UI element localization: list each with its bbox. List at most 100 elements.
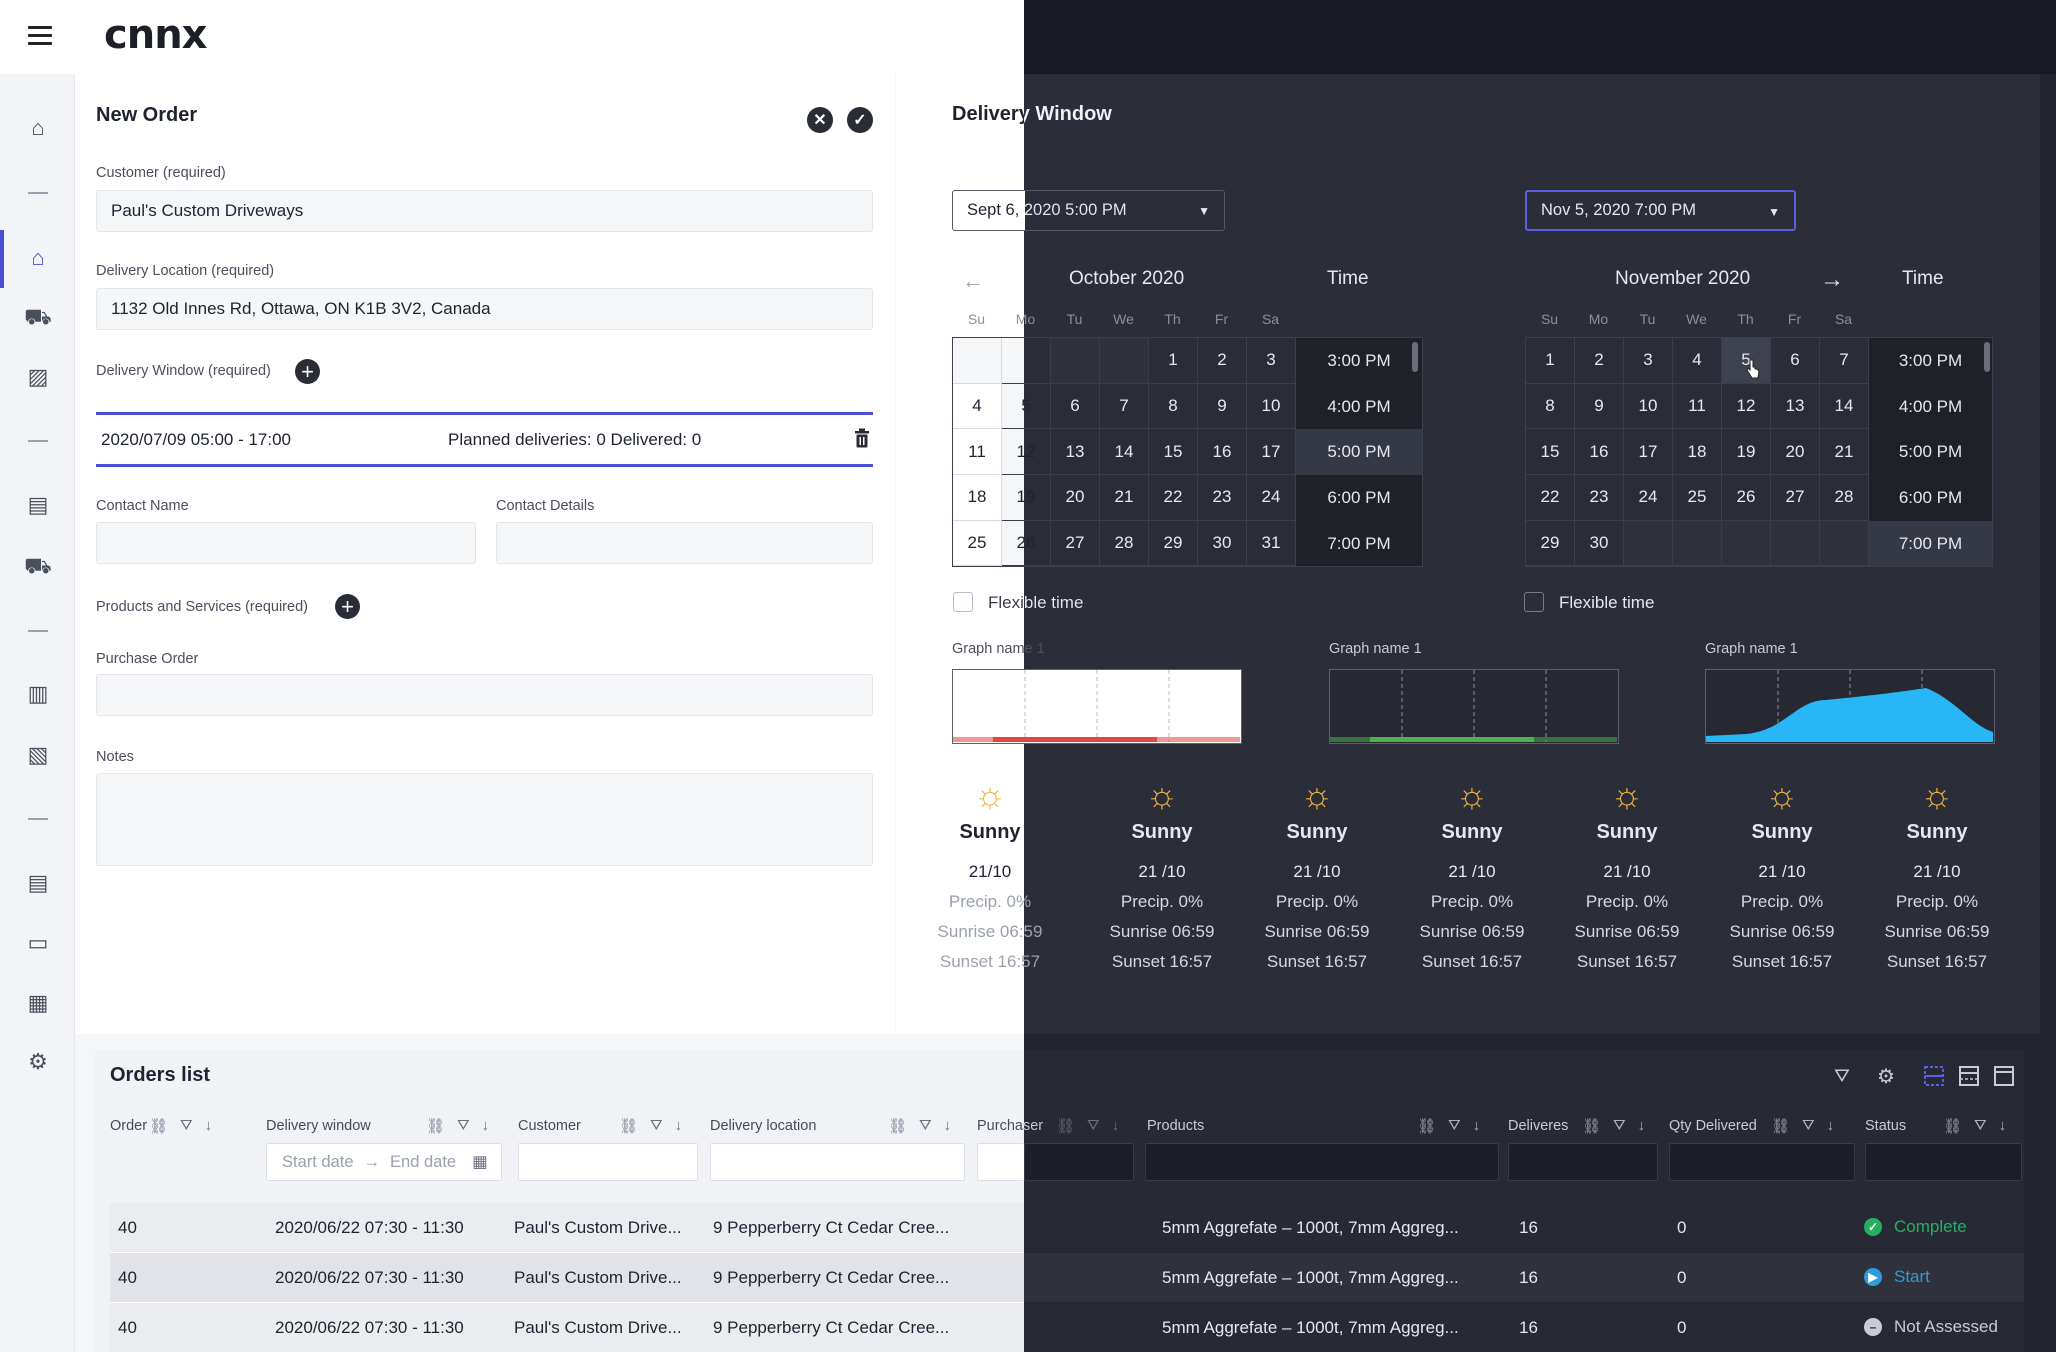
right-time-scrollbar[interactable] [1984,342,1990,372]
sidebar-presentation-icon[interactable]: ▤ [22,489,54,521]
filter-icon[interactable]: ⛛ [1974,1117,1987,1135]
calendar-day[interactable]: 7 [1100,383,1149,430]
column-header-qty[interactable]: Qty Delivered [1669,1118,1757,1134]
po-field[interactable] [96,674,873,716]
contact-details-field[interactable] [496,522,873,564]
sidebar-inbox-icon[interactable]: ▭ [22,927,54,959]
calendar-day[interactable]: 1 [1149,338,1198,384]
right-flexible-checkbox[interactable] [1524,592,1544,612]
column-header-purchaser[interactable]: Purchaser [977,1118,1043,1134]
menu-icon[interactable] [28,26,52,46]
calendar-day[interactable]: 3 [1624,338,1673,384]
status-cell[interactable]: – Not Assessed [1864,1317,1998,1337]
add-window-button[interactable]: + [295,359,320,384]
calendar-day[interactable]: 9 [1198,383,1247,430]
calendar-day[interactable]: 10 [1624,383,1673,430]
link-icon[interactable]: ⛓ [1771,1117,1790,1135]
calendar-day[interactable]: 2 [1198,338,1247,384]
row-density-large-icon[interactable] [1994,1066,2014,1086]
calendar-day[interactable]: 8 [1526,383,1575,430]
time-option[interactable]: 3:00 PM [1296,338,1422,384]
calendar-day[interactable]: 17 [1247,429,1296,476]
calendar-day[interactable]: 12 [1722,383,1771,430]
sort-icon[interactable]: ↓ [944,1117,952,1135]
status-filter[interactable] [1865,1143,2022,1181]
sidebar-delivery-truck-icon[interactable]: ⛟ [22,551,54,583]
calendar-day[interactable]: 20 [1051,475,1100,521]
calendar-day[interactable]: 30 [1198,520,1247,567]
calendar-day[interactable]: 16 [1198,429,1247,476]
prev-month-icon[interactable]: ← [962,268,984,294]
calendar-day[interactable]: 11 [1673,383,1722,430]
calendar-day[interactable]: 26 [1722,475,1771,521]
add-product-button[interactable]: + [335,594,360,619]
purchaser-filter[interactable] [977,1143,1024,1181]
time-option[interactable]: 6:00 PM [1296,475,1422,521]
calendar-day[interactable]: 2 [1575,338,1624,384]
calendar-day[interactable]: 15 [1526,429,1575,476]
sidebar-report-icon[interactable]: ▤ [22,867,54,899]
time-option[interactable]: 5:00 PM [1869,429,1992,475]
cancel-button[interactable]: ✕ [807,107,833,133]
calendar-day[interactable]: 13 [1771,383,1820,430]
calendar-day[interactable]: 17 [1624,429,1673,476]
qty-filter[interactable] [1669,1143,1855,1181]
calendar-day[interactable]: 23 [1575,475,1624,521]
calendar-day[interactable]: 6 [1771,338,1820,384]
row-density-medium-icon[interactable] [1959,1066,1979,1086]
sort-icon[interactable]: ↓ [1473,1117,1481,1135]
time-option[interactable]: 4:00 PM [1296,384,1422,430]
filter-icon[interactable]: ⛛ [1448,1117,1461,1135]
sort-icon[interactable]: ↓ [1638,1117,1646,1135]
link-icon[interactable]: ⛓ [619,1117,638,1135]
sidebar-bar-chart-icon[interactable]: ▥ [22,678,54,710]
filter-icon[interactable]: ⛛ [919,1117,932,1135]
customer-filter[interactable] [518,1143,698,1181]
status-cell[interactable]: ✓ Complete [1864,1217,1967,1237]
calendar-day[interactable]: 19 [1722,429,1771,476]
calendar-day[interactable]: 14 [1820,383,1869,430]
sidebar-home-icon[interactable]: ⌂ [22,112,54,144]
calendar-day[interactable]: 14 [1100,429,1149,476]
time-option[interactable]: 3:00 PM [1869,338,1992,384]
start-datetime-select[interactable]: Sept 6, 2020 5:00 PM ▼ [952,190,1225,231]
calendar-day[interactable]: 28 [1820,475,1869,521]
calendar-day[interactable]: 24 [1247,475,1296,521]
calendar-day[interactable]: 16 [1575,429,1624,476]
calendar-day[interactable]: 1 [1526,338,1575,384]
left-flexible-checkbox[interactable] [953,592,973,612]
calendar-day[interactable]: 25 [1673,475,1722,521]
column-header-deliveries[interactable]: Deliveres [1508,1118,1568,1134]
calendar-day[interactable]: 30 [1575,520,1624,567]
time-option[interactable]: 7:00 PM [1869,520,1992,567]
filter-icon[interactable]: ⛛ [1613,1117,1626,1135]
column-header-order[interactable]: Order [110,1118,147,1134]
sidebar-warehouse-icon[interactable]: ⌂ [22,242,54,274]
sidebar-server-icon[interactable]: ▦ [22,987,54,1019]
calendar-day[interactable]: 18 [1673,429,1722,476]
link-icon[interactable]: ⛓ [1943,1117,1962,1135]
filter-settings-icon[interactable]: ⛛ [1834,1066,1850,1088]
calendar-day[interactable]: 20 [1771,429,1820,476]
link-icon[interactable]: ⛓ [149,1117,168,1135]
notes-field[interactable] [96,773,873,866]
filter-icon[interactable]: ⛛ [1802,1117,1815,1135]
trash-icon[interactable] [854,428,870,448]
sidebar-gear-icon[interactable]: ⚙ [22,1046,54,1078]
contact-name-field[interactable] [96,522,476,564]
gear-icon[interactable]: ⚙ [1877,1064,1895,1089]
calendar-day[interactable]: 29 [1149,520,1198,567]
calendar-day[interactable]: 27 [1771,475,1820,521]
calendar-day[interactable]: 28 [1100,520,1149,567]
link-icon[interactable]: ⛓ [1582,1117,1601,1135]
time-option[interactable]: 5:00 PM [1296,429,1422,476]
products-filter[interactable] [1145,1143,1499,1181]
column-header-status[interactable]: Status [1865,1118,1906,1134]
filter-icon[interactable]: ⛛ [180,1117,193,1135]
calendar-day[interactable]: 9 [1575,383,1624,430]
calendar-day[interactable]: 10 [1247,383,1296,430]
customer-field[interactable]: Paul's Custom Driveways [96,190,873,232]
date-range-filter[interactable]: Start date → End date ▦ [266,1143,502,1181]
column-header-products[interactable]: Products [1147,1118,1204,1134]
sidebar-image-icon[interactable]: ▨ [22,361,54,393]
